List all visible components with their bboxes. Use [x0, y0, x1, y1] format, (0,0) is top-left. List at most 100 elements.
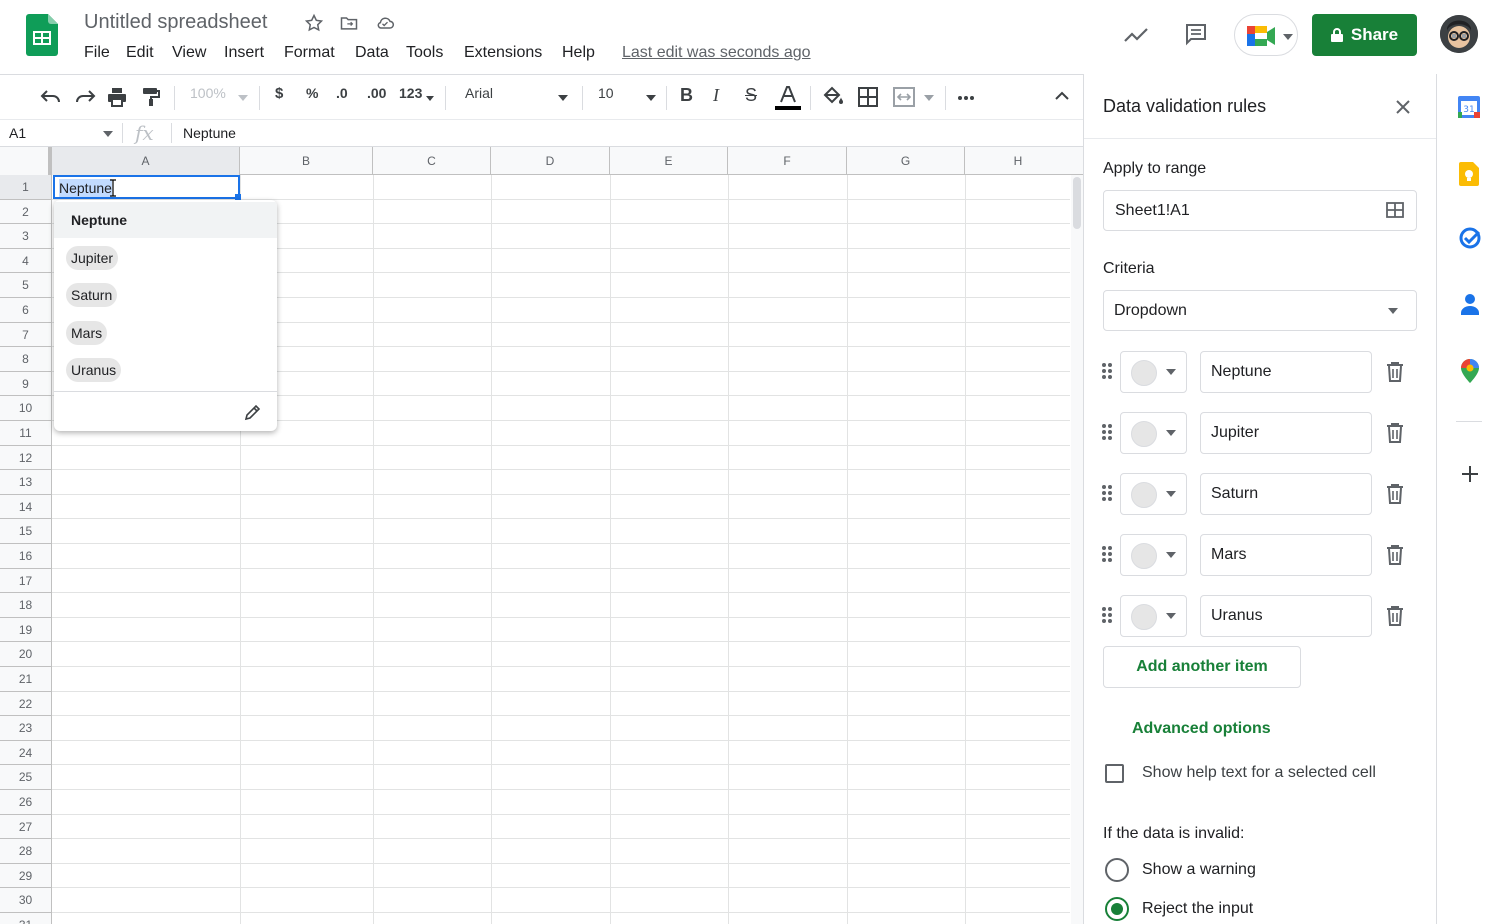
help-text-checkbox[interactable]: [1105, 764, 1124, 783]
drag-handle-icon[interactable]: [1101, 423, 1113, 441]
row-header[interactable]: 9: [0, 371, 52, 397]
row-header[interactable]: 1: [0, 175, 52, 200]
format-currency-button[interactable]: $: [275, 85, 283, 102]
font-dropdown-arrow-icon[interactable]: [558, 95, 568, 101]
row-header[interactable]: 2: [0, 199, 52, 225]
dropdown-option[interactable]: Uranus: [54, 352, 277, 388]
advanced-options-toggle[interactable]: Advanced options: [1132, 720, 1271, 738]
row-header[interactable]: 21: [0, 667, 52, 692]
menu-extensions[interactable]: Extensions: [464, 44, 542, 62]
contacts-icon[interactable]: [1461, 293, 1479, 315]
row-header[interactable]: 31: [0, 913, 52, 924]
row-header[interactable]: 5: [0, 273, 52, 298]
font-size-select[interactable]: 10: [598, 85, 614, 101]
item-value-input[interactable]: Jupiter: [1200, 412, 1372, 454]
decrease-decimal-button[interactable]: .0: [336, 85, 348, 101]
sheets-logo-icon[interactable]: [26, 14, 58, 56]
row-header[interactable]: 27: [0, 814, 52, 840]
dropdown-option[interactable]: Mars: [54, 315, 277, 351]
row-header[interactable]: 16: [0, 544, 52, 569]
tasks-icon[interactable]: [1459, 227, 1481, 249]
row-header[interactable]: 6: [0, 298, 52, 323]
strikethrough-icon[interactable]: S: [745, 85, 757, 106]
column-header-h[interactable]: H: [965, 147, 1071, 175]
row-header[interactable]: 18: [0, 593, 52, 618]
menu-help[interactable]: Help: [562, 44, 595, 62]
bold-icon[interactable]: B: [680, 85, 693, 106]
item-color-picker[interactable]: [1120, 473, 1187, 515]
document-title[interactable]: Untitled spreadsheet: [84, 11, 267, 34]
row-header[interactable]: 25: [0, 765, 52, 790]
share-button[interactable]: Share: [1312, 14, 1417, 56]
row-header[interactable]: 29: [0, 863, 52, 889]
item-value-input[interactable]: Saturn: [1200, 473, 1372, 515]
italic-icon[interactable]: I: [713, 85, 719, 106]
select-range-grid-icon[interactable]: [1386, 202, 1404, 218]
delete-trash-icon[interactable]: [1386, 361, 1404, 383]
print-icon[interactable]: [107, 87, 127, 107]
more-options-icon[interactable]: [957, 95, 975, 101]
row-header[interactable]: 17: [0, 568, 52, 594]
item-value-input[interactable]: Neptune: [1200, 351, 1372, 393]
menu-file[interactable]: File: [84, 44, 110, 62]
row-header[interactable]: 22: [0, 691, 52, 717]
calendar-icon[interactable]: 31: [1458, 96, 1480, 118]
column-header-d[interactable]: D: [491, 147, 610, 175]
add-addon-plus-icon[interactable]: [1461, 465, 1479, 483]
format-percent-button[interactable]: %: [306, 85, 318, 101]
row-header[interactable]: 14: [0, 494, 52, 520]
row-header[interactable]: 12: [0, 445, 52, 471]
item-color-picker[interactable]: [1120, 534, 1187, 576]
star-icon[interactable]: [304, 13, 324, 33]
more-formats-button[interactable]: 123: [399, 85, 422, 101]
row-header[interactable]: 11: [0, 421, 52, 446]
row-header[interactable]: 24: [0, 740, 52, 766]
text-color-icon[interactable]: [775, 85, 801, 111]
scrollbar-thumb[interactable]: [1073, 177, 1081, 229]
menu-data[interactable]: Data: [355, 44, 389, 62]
column-header-b[interactable]: B: [240, 147, 373, 175]
menu-insert[interactable]: Insert: [224, 44, 264, 62]
row-header[interactable]: 19: [0, 617, 52, 643]
name-box-dropdown-icon[interactable]: [103, 131, 113, 137]
borders-icon[interactable]: [858, 87, 878, 107]
font-size-dropdown-arrow-icon[interactable]: [646, 95, 656, 101]
font-family-select[interactable]: Arial: [465, 85, 493, 101]
reject-input-radio[interactable]: [1105, 897, 1129, 921]
row-header[interactable]: 20: [0, 642, 52, 667]
meet-button[interactable]: [1234, 14, 1298, 56]
last-edit-link[interactable]: Last edit was seconds ago: [622, 44, 811, 62]
row-header[interactable]: 26: [0, 790, 52, 815]
dropdown-option[interactable]: Saturn: [54, 277, 277, 313]
row-header[interactable]: 30: [0, 888, 52, 913]
row-header[interactable]: 28: [0, 839, 52, 864]
delete-trash-icon[interactable]: [1386, 605, 1404, 627]
column-header-e[interactable]: E: [610, 147, 728, 175]
menu-view[interactable]: View: [172, 44, 206, 62]
merge-dropdown-arrow-icon[interactable]: [924, 95, 934, 101]
select-all-corner[interactable]: [0, 147, 52, 175]
drag-handle-icon[interactable]: [1101, 362, 1113, 380]
formula-input[interactable]: Neptune: [183, 125, 236, 141]
fill-color-icon[interactable]: [822, 86, 844, 106]
row-header[interactable]: 3: [0, 224, 52, 249]
row-header[interactable]: 4: [0, 248, 52, 274]
delete-trash-icon[interactable]: [1386, 483, 1404, 505]
keep-icon[interactable]: [1459, 162, 1479, 186]
active-cell-a1[interactable]: Neptune: [53, 175, 241, 200]
menu-edit[interactable]: Edit: [126, 44, 154, 62]
drag-handle-icon[interactable]: [1101, 545, 1113, 563]
item-value-input[interactable]: Uranus: [1200, 595, 1372, 637]
undo-icon[interactable]: [40, 87, 62, 107]
menu-tools[interactable]: Tools: [406, 44, 443, 62]
column-header-g[interactable]: G: [847, 147, 965, 175]
row-header[interactable]: 10: [0, 396, 52, 421]
merge-cells-icon[interactable]: [893, 87, 915, 107]
dropdown-option[interactable]: Neptune: [54, 202, 277, 238]
criteria-select[interactable]: Dropdown: [1103, 290, 1417, 331]
range-input[interactable]: Sheet1!A1: [1103, 190, 1417, 231]
name-box[interactable]: A1: [9, 125, 26, 141]
drag-handle-icon[interactable]: [1101, 484, 1113, 502]
delete-trash-icon[interactable]: [1386, 422, 1404, 444]
more-formats-arrow-icon[interactable]: [426, 96, 434, 101]
